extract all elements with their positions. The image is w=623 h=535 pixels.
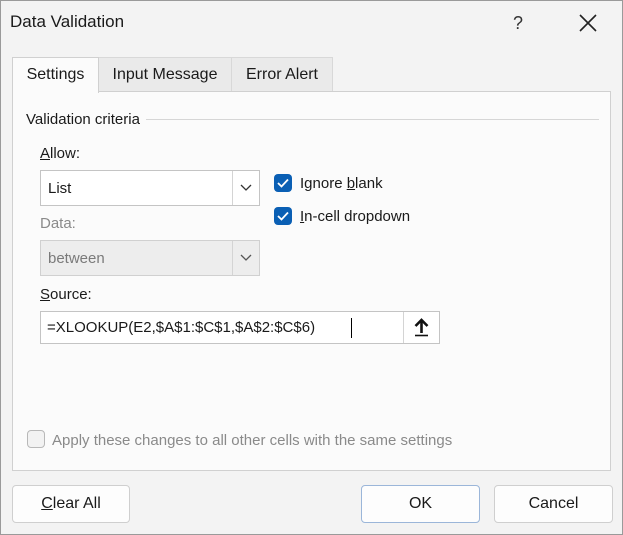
- tab-settings[interactable]: Settings: [12, 57, 99, 93]
- source-input[interactable]: =XLOOKUP(E2,$A$1:$C$1,$A$2:$C$6): [40, 311, 440, 344]
- source-label: Source:: [40, 286, 92, 303]
- tab-input-message[interactable]: Input Message: [98, 57, 232, 92]
- help-button[interactable]: ?: [501, 7, 535, 39]
- title-bar: Data Validation ?: [1, 1, 622, 45]
- close-icon: [579, 14, 597, 32]
- checkmark-icon: [277, 178, 289, 188]
- dialog-title: Data Validation: [10, 12, 125, 31]
- ok-button[interactable]: OK: [361, 485, 480, 523]
- allow-value: List: [48, 180, 72, 197]
- validation-criteria-heading: Validation criteria: [26, 111, 146, 128]
- in-cell-dropdown-label[interactable]: In-cell dropdown: [300, 208, 410, 225]
- help-icon: ?: [512, 13, 523, 33]
- ignore-blank-label[interactable]: Ignore blank: [300, 175, 383, 192]
- allow-dropdown-button[interactable]: [232, 171, 259, 205]
- tab-error-alert[interactable]: Error Alert: [231, 57, 333, 92]
- checkmark-icon: [277, 211, 289, 221]
- allow-label: Allow:: [40, 145, 81, 162]
- data-label: Data:: [40, 215, 76, 232]
- data-select: between: [40, 240, 260, 276]
- clear-all-button[interactable]: Clear All: [12, 485, 130, 523]
- source-value: =XLOOKUP(E2,$A$1:$C$1,$A$2:$C$6): [47, 319, 316, 336]
- allow-select[interactable]: List: [40, 170, 260, 206]
- arrow-up-icon: [414, 318, 429, 337]
- ignore-blank-checkbox[interactable]: [274, 174, 292, 192]
- data-dropdown-button: [232, 241, 259, 275]
- settings-panel: [12, 91, 611, 471]
- close-button[interactable]: [567, 7, 609, 39]
- chevron-down-icon: [240, 184, 252, 191]
- apply-all-checkbox: [27, 430, 45, 448]
- data-validation-dialog: Data Validation ? Settings Input Message…: [0, 0, 623, 535]
- data-value: between: [48, 250, 105, 267]
- text-caret: [351, 318, 352, 338]
- cancel-button[interactable]: Cancel: [494, 485, 613, 523]
- apply-all-label: Apply these changes to all other cells w…: [52, 432, 453, 449]
- range-picker-button[interactable]: [403, 312, 439, 343]
- chevron-down-icon: [240, 254, 252, 261]
- in-cell-dropdown-checkbox[interactable]: [274, 207, 292, 225]
